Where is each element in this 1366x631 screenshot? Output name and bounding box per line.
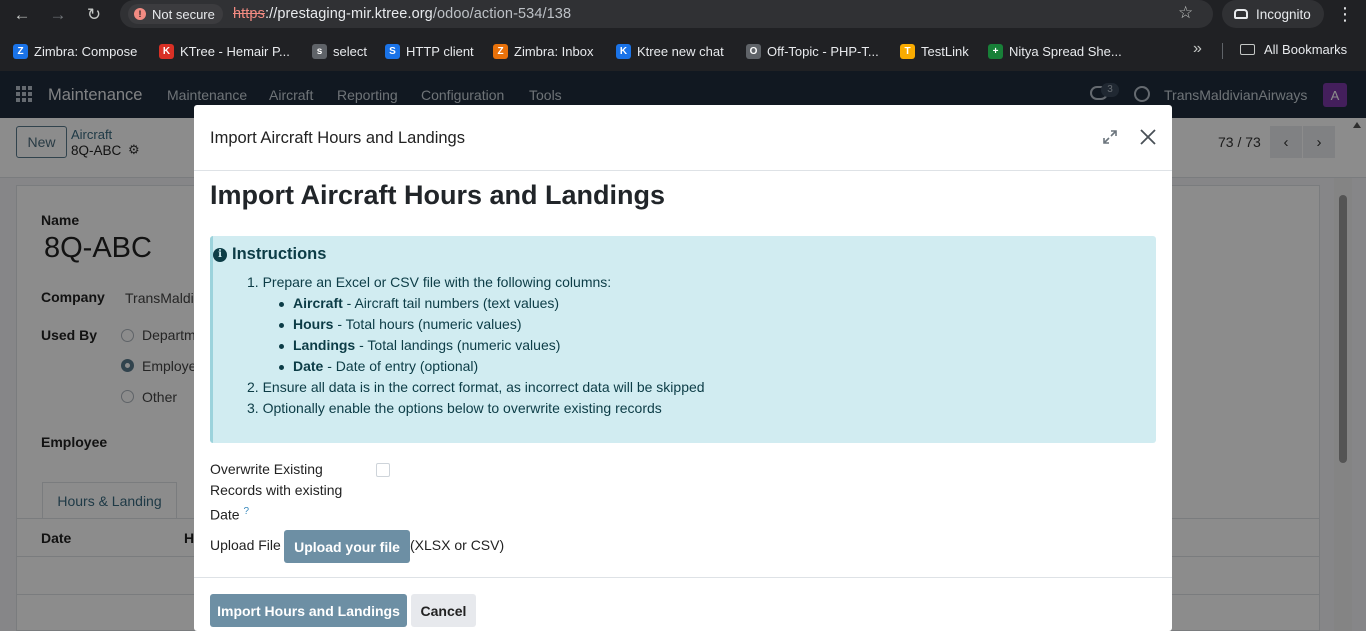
instructions-title: i Instructions <box>213 245 326 264</box>
cancel-button[interactable]: Cancel <box>411 594 476 627</box>
bookmark-label: select <box>333 43 367 59</box>
dialog-heading: Import Aircraft Hours and Landings <box>210 180 666 210</box>
overwrite-label: Overwrite Existing Records with existing… <box>210 461 343 523</box>
expand-icon[interactable] <box>1102 129 1118 145</box>
bookmark-label: Nitya Spread She... <box>1009 43 1122 59</box>
bookmark-item[interactable]: Z Zimbra: Inbox <box>493 42 593 60</box>
browser-menu-icon[interactable]: ⋮ <box>1336 4 1354 25</box>
folder-icon <box>1240 44 1255 55</box>
bookmark-item[interactable]: s select <box>312 42 367 60</box>
incognito-label: Incognito <box>1256 6 1311 22</box>
bookmark-item[interactable]: Z Zimbra: Compose <box>13 42 137 60</box>
bookmarks-overflow-button[interactable]: » <box>1193 40 1202 58</box>
bookmark-favicon-icon: s <box>312 43 327 59</box>
upload-file-button[interactable]: Upload your file <box>284 530 410 563</box>
reload-icon[interactable]: ↻ <box>83 4 105 26</box>
upload-format-hint: (XLSX or CSV) <box>410 537 505 553</box>
column-landings-item: Landings - Total landings (numeric value… <box>278 337 561 353</box>
bookmark-item[interactable]: + Nitya Spread She... <box>988 42 1122 60</box>
url-host: ://prestaging-mir.ktree.org <box>264 6 433 22</box>
bookmark-favicon-icon: Z <box>13 43 28 59</box>
bookmark-label: Off-Topic - PHP-T... <box>767 43 879 59</box>
instruction-step-1: 1. Prepare an Excel or CSV file with the… <box>247 274 612 290</box>
url-text[interactable]: https://prestaging-mir.ktree.org/odoo/ac… <box>233 6 571 22</box>
bookmark-label: Ktree new chat <box>637 43 724 59</box>
bookmarks-divider <box>1222 43 1223 59</box>
bookmark-favicon-icon: K <box>159 43 174 59</box>
info-icon: i <box>213 247 227 262</box>
bookmark-item[interactable]: K Ktree new chat <box>616 42 724 60</box>
upload-file-label: Upload File <box>210 537 281 553</box>
bookmark-item[interactable]: K KTree - Hemair P... <box>159 42 290 60</box>
instruction-step-2: 2. Ensure all data is in the correct for… <box>247 379 705 395</box>
dialog-title: Import Aircraft Hours and Landings <box>210 129 465 147</box>
help-icon[interactable]: ? <box>243 506 249 517</box>
bookmark-label: Zimbra: Inbox <box>514 43 594 59</box>
instructions-title-text: Instructions <box>232 245 327 263</box>
import-button[interactable]: Import Hours and Landings <box>210 594 407 627</box>
bookmark-favicon-icon: S <box>385 43 400 59</box>
url-path: /odoo/action-534/138 <box>432 6 572 22</box>
bookmark-favicon-icon: K <box>616 43 631 59</box>
not-secure-label: Not secure <box>152 6 215 22</box>
bookmark-label: TestLink <box>921 43 969 59</box>
bookmark-label: HTTP client <box>406 43 474 59</box>
incognito-indicator[interactable]: Incognito <box>1222 0 1324 28</box>
import-dialog: Import Aircraft Hours and Landings Impor… <box>194 105 1172 631</box>
bookmark-item[interactable]: T TestLink <box>900 42 969 60</box>
all-bookmarks-label: All Bookmarks <box>1264 42 1348 57</box>
column-aircraft: Aircraft - Aircraft tail numbers (text v… <box>278 295 560 311</box>
bookmark-label: Zimbra: Compose <box>34 43 138 59</box>
bookmark-label: KTree - Hemair P... <box>180 43 290 59</box>
close-icon[interactable] <box>1138 127 1158 147</box>
overwrite-checkbox[interactable] <box>376 463 390 477</box>
column-date-item: Date - Date of entry (optional) <box>278 358 479 374</box>
bookmark-item[interactable]: S HTTP client <box>385 42 474 60</box>
bookmark-favicon-icon: T <box>900 43 915 59</box>
not-secure-badge[interactable]: ! Not secure <box>128 4 223 24</box>
warning-icon: ! <box>134 8 146 20</box>
forward-icon[interactable]: → <box>47 4 69 26</box>
back-icon[interactable]: ← <box>11 4 33 26</box>
bookmark-star-icon[interactable]: ☆ <box>1178 3 1193 23</box>
instruction-step-3: 3. Optionally enable the options below t… <box>247 400 662 416</box>
bookmark-favicon-icon: Z <box>493 43 508 59</box>
bookmark-favicon-icon: + <box>988 43 1003 59</box>
all-bookmarks-button[interactable]: All Bookmarks <box>1240 42 1347 57</box>
bookmark-favicon-icon: O <box>746 43 761 59</box>
url-scheme: https <box>233 6 265 22</box>
bookmark-item[interactable]: O Off-Topic - PHP-T... <box>746 42 879 60</box>
column-hours-item: Hours - Total hours (numeric values) <box>279 316 522 332</box>
incognito-icon <box>1234 9 1248 19</box>
